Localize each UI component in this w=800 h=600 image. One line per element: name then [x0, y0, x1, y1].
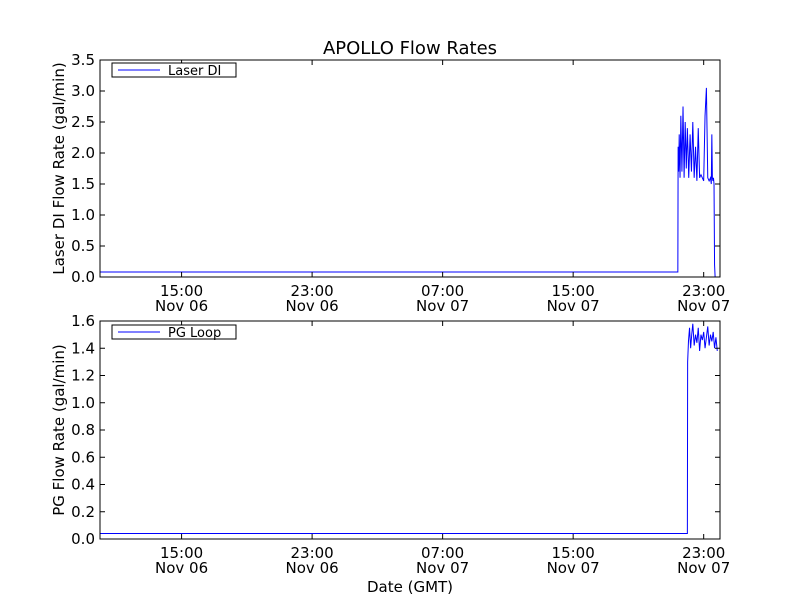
y-tick-label: 0.2 [71, 503, 95, 521]
y-tick-label: 3.0 [71, 82, 95, 100]
y-tick-label: 0.8 [71, 421, 95, 439]
x-tick-date-label: Nov 06 [286, 559, 339, 577]
flow-rates-figure: APOLLO Flow Rates 0.0 0.5 1.0 1.5 2.0 2.5 3.0 3… [50, 38, 730, 596]
y-tick-label: 1.6 [71, 312, 95, 330]
y-tick-label: 1.4 [71, 339, 95, 357]
x-tick-date-label: Nov 07 [547, 559, 600, 577]
y-axis-label: PG Flow Rate (gal/min) [50, 344, 68, 516]
plot-frame [99, 59, 721, 278]
y-tick-label: 0.0 [71, 268, 95, 286]
y-tick-label: 0.5 [71, 237, 95, 255]
x-tick-date-label: Nov 06 [286, 297, 339, 315]
x-axis-label: Date (GMT) [367, 578, 453, 596]
chart-title: APOLLO Flow Rates [323, 38, 497, 59]
y-tick-label: 0.4 [71, 476, 95, 494]
series-line [100, 87, 716, 278]
y-tick-label: 1.5 [71, 175, 95, 193]
y-tick-label: 3.5 [71, 51, 95, 69]
y-tick-label: 1.0 [71, 206, 95, 224]
plot-frame [99, 320, 721, 540]
y-tick-label: 1.2 [71, 367, 95, 385]
y-tick-label: 0.0 [71, 530, 95, 548]
x-tick-date-label: Nov 07 [416, 297, 469, 315]
laser-di-chart: 0.00.51.01.52.02.53.03.515:00Nov 0623:00… [50, 51, 730, 315]
y-tick-label: 2.0 [71, 144, 95, 162]
x-tick-date-label: Nov 06 [155, 297, 208, 315]
x-tick-date-label: Nov 07 [677, 559, 730, 577]
y-axis-label: Laser DI Flow Rate (gal/min) [50, 62, 68, 274]
x-tick-date-label: Nov 06 [155, 559, 208, 577]
pg-loop-chart: 0.00.20.40.60.81.01.21.41.615:00Nov 0623… [50, 312, 730, 577]
y-tick-label: 0.6 [71, 448, 95, 466]
series-line [100, 323, 718, 535]
y-tick-label: 1.0 [71, 394, 95, 412]
legend-label: PG Loop [168, 326, 221, 341]
x-tick-date-label: Nov 07 [416, 559, 469, 577]
legend-label: Laser DI [168, 64, 221, 79]
y-tick-label: 2.5 [71, 113, 95, 131]
x-tick-date-label: Nov 07 [547, 297, 600, 315]
x-tick-date-label: Nov 07 [677, 297, 730, 315]
